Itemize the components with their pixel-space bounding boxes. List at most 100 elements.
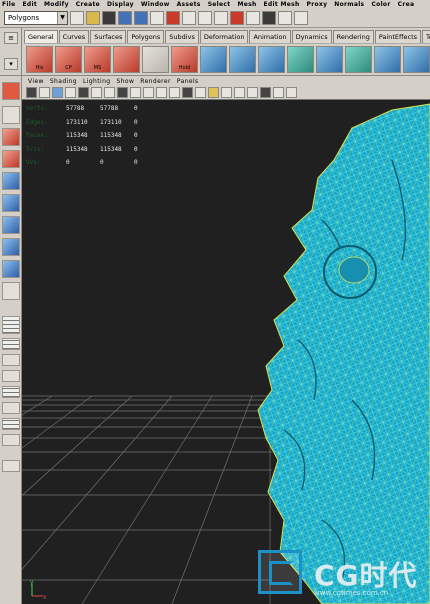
menu-item-window[interactable]: Window [141,1,170,8]
render-settings-icon[interactable] [294,10,308,25]
shelf-tab-toon[interactable]: Toon [422,30,430,43]
menu-item-create[interactable]: Create [76,1,100,8]
render-icon[interactable] [262,10,276,25]
xray-icon[interactable] [234,87,245,98]
show-manip-icon[interactable] [2,260,20,278]
shelf-tab-painteffects[interactable]: PaintEffects [374,30,422,43]
shelf-tool-icon[interactable] [142,46,169,73]
menu-item-normals[interactable]: Normals [334,1,364,8]
grid-icon[interactable] [78,87,89,98]
backface-icon[interactable] [273,87,284,98]
shelf-tab-curves[interactable]: Curves [58,30,90,43]
shelf-tool-icon[interactable] [258,46,285,73]
menu-set-dropdown[interactable]: Polygons ▼ [4,10,68,25]
shelf-tool-icon[interactable]: MS [84,46,111,73]
soft-mod-icon[interactable] [2,238,20,256]
isolate-icon[interactable] [247,87,258,98]
persp-graph-layout-icon[interactable] [2,370,20,382]
single-perspective-layout-icon[interactable] [2,316,20,334]
hypershade-layout-icon[interactable] [2,386,20,398]
smooth-shade-icon[interactable] [182,87,193,98]
wireframe-icon[interactable] [169,87,180,98]
shelf-tool-icon[interactable]: His [26,46,53,73]
persp-outliner-layout-icon[interactable] [2,354,20,366]
shelf-tool-icon[interactable] [229,46,256,73]
shelf-tool-icon[interactable] [200,46,227,73]
shelf-tab-polygons[interactable]: Polygons [127,30,165,43]
shelf-tool-icon[interactable] [374,46,401,73]
panel-menu-renderer[interactable]: Renderer [140,78,171,85]
bookmark-icon[interactable] [52,87,63,98]
snap-view-icon[interactable] [230,10,244,25]
shelf-tab-general[interactable]: General [24,30,58,43]
safe-action-icon[interactable] [143,87,154,98]
four-view-layout-icon[interactable] [2,338,20,350]
snap-grid-icon[interactable] [182,10,196,25]
camera-select-icon[interactable] [26,87,37,98]
menu-item-edit[interactable]: Edit [22,1,37,8]
camera-attributes-icon[interactable] [39,87,50,98]
paint-select-icon[interactable] [2,128,20,146]
rotate-tool-icon[interactable] [2,172,20,190]
menu-item-edit-mesh[interactable]: Edit Mesh [264,1,300,8]
resolution-gate-icon[interactable] [104,87,115,98]
field-chart-icon[interactable] [130,87,141,98]
select-hierarchy-icon[interactable] [118,10,132,25]
shelf-tool-icon[interactable] [403,46,430,73]
shelf-tab-subdivs[interactable]: Subdivs [165,30,199,43]
shelf-tool-icon[interactable]: CP [55,46,82,73]
menu-item-modify[interactable]: Modify [44,1,69,8]
menu-item-mesh[interactable]: Mesh [237,1,256,8]
menu-item-color[interactable]: Color [371,1,390,8]
shelf-tab-deformation[interactable]: Deformation [199,30,249,43]
gate-mask-icon[interactable] [117,87,128,98]
chevron-down-icon[interactable]: ▼ [57,11,67,24]
open-scene-icon[interactable] [86,10,100,25]
shelf-tool-icon[interactable] [316,46,343,73]
menu-item-file[interactable]: File [2,1,15,8]
shelf-tool-icon[interactable] [113,46,140,73]
viewport[interactable]: Verts: 57788 57788 0 Edges: 173110 173110 0 Face… [22,100,430,604]
menu-item-proxy[interactable]: Proxy [307,1,328,8]
persp-hypershade-layout-icon[interactable] [2,402,20,414]
menu-item-display[interactable]: Display [107,1,134,8]
shelf-tool-icon[interactable] [287,46,314,73]
shelf-tool-icon[interactable] [345,46,372,73]
script-editor-layout-icon[interactable] [2,434,20,446]
shelf-tool-icon[interactable]: Hold [171,46,198,73]
panel-menu-lighting[interactable]: Lighting [83,78,110,85]
lasso-tool-icon[interactable] [2,106,20,124]
panel-menu-panels[interactable]: Panels [177,78,199,85]
last-tool-icon[interactable] [2,282,20,300]
snap-point-icon[interactable] [214,10,228,25]
panel-menu-view[interactable]: View [28,78,44,85]
menu-item-select[interactable]: Select [208,1,231,8]
safe-title-icon[interactable] [156,87,167,98]
snap-curve-icon[interactable] [198,10,212,25]
persp-graph-hyper-layout-icon[interactable] [2,418,20,430]
textured-icon[interactable] [195,87,206,98]
shelf-options-icon[interactable]: ▾ [4,58,18,70]
ipr-render-icon[interactable] [278,10,292,25]
shelf-tab-dynamics[interactable]: Dynamics [291,30,332,43]
hud-icon[interactable] [286,87,297,98]
select-object-icon[interactable] [134,10,148,25]
shelf-tab-rendering[interactable]: Rendering [332,30,374,43]
new-scene-icon[interactable] [70,10,84,25]
magnet-icon[interactable] [166,10,180,25]
scale-tool-icon[interactable] [2,194,20,212]
select-component-icon[interactable] [150,10,164,25]
select-tool-icon[interactable] [2,82,20,100]
panel-menu-shading[interactable]: Shading [50,78,77,85]
move-tool-icon[interactable] [2,150,20,168]
menu-item-crea[interactable]: Crea [398,1,415,8]
panel-menu-show[interactable]: Show [116,78,134,85]
film-gate-icon[interactable] [91,87,102,98]
shadows-icon[interactable] [221,87,232,98]
history-icon[interactable] [246,10,260,25]
image-plane-icon[interactable] [65,87,76,98]
shelf-menu-icon[interactable]: ≡ [4,32,18,44]
wireframe-creature-head[interactable] [257,103,430,604]
save-scene-icon[interactable] [102,10,116,25]
lights-icon[interactable] [208,87,219,98]
